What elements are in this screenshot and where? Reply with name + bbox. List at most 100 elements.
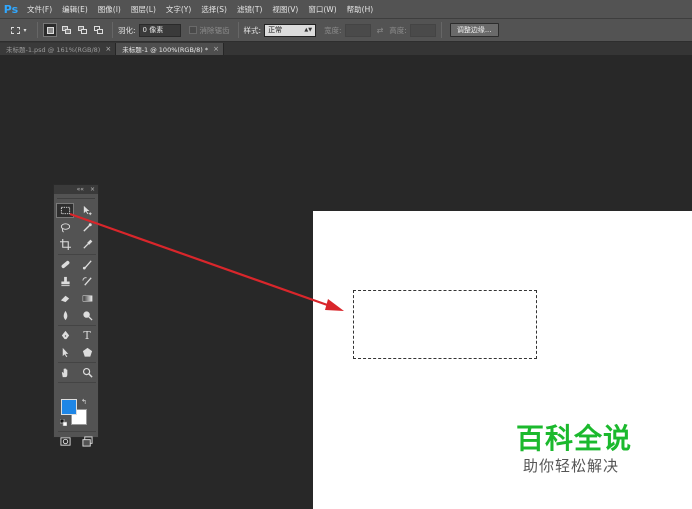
document-tab[interactable]: 未标题-1.psd @ 161%(RGB/8) × xyxy=(0,43,117,55)
menu-filter[interactable]: 滤镜(T) xyxy=(232,4,267,15)
divider xyxy=(37,22,38,38)
collapse-icon[interactable]: «« xyxy=(77,186,84,193)
brush-tool[interactable] xyxy=(78,257,96,272)
zoom-tool[interactable] xyxy=(78,365,96,380)
divider xyxy=(58,362,96,363)
menu-bar: Ps 文件(F) 编辑(E) 图像(I) 图层(L) 文字(Y) 选择(S) 滤… xyxy=(0,0,692,18)
marquee-selection[interactable] xyxy=(353,290,537,359)
document-canvas[interactable] xyxy=(313,211,692,509)
menu-edit[interactable]: 编辑(E) xyxy=(57,4,93,15)
crop-icon xyxy=(59,239,71,250)
document-tab-bar: 未标题-1.psd @ 161%(RGB/8) × 未标题-1 @ 100%(R… xyxy=(0,42,692,55)
feather-label: 羽化: xyxy=(118,25,136,35)
quick-select-tool[interactable] xyxy=(78,220,96,235)
menu-image[interactable]: 图像(I) xyxy=(93,4,126,15)
dodge-icon xyxy=(82,311,93,321)
clone-stamp-tool[interactable] xyxy=(56,274,74,289)
foreground-color-swatch[interactable] xyxy=(61,399,77,415)
blur-icon xyxy=(63,310,67,321)
close-icon[interactable]: × xyxy=(105,45,111,53)
eraser-icon xyxy=(60,295,69,303)
new-selection-button[interactable] xyxy=(43,23,57,37)
quick-select-icon xyxy=(82,223,92,232)
close-icon[interactable]: × xyxy=(213,45,219,53)
width-input[interactable] xyxy=(344,23,371,37)
swap-dimensions-icon[interactable]: ⇄ xyxy=(377,26,384,35)
chevron-down-icon: ▲▼ xyxy=(304,27,313,33)
move-icon xyxy=(83,205,92,216)
divider xyxy=(58,325,96,326)
history-brush-tool[interactable] xyxy=(78,274,96,289)
lasso-icon xyxy=(60,223,70,233)
eyedropper-icon xyxy=(82,239,92,249)
zoom-icon xyxy=(82,367,93,378)
spot-healing-icon xyxy=(61,260,69,269)
menu-view[interactable]: 视图(V) xyxy=(267,4,303,15)
dodge-tool[interactable] xyxy=(78,308,96,323)
rect-marquee-icon xyxy=(11,26,21,34)
document-tab-active[interactable]: 未标题-1 @ 100%(RGB/8) * × xyxy=(116,43,224,55)
rect-marquee-tool[interactable] xyxy=(56,203,74,218)
crop-tool[interactable] xyxy=(56,237,74,252)
lasso-tool[interactable] xyxy=(56,220,74,235)
divider xyxy=(440,22,442,38)
divider xyxy=(58,431,96,432)
menu-select[interactable]: 选择(S) xyxy=(196,4,232,15)
close-icon[interactable]: × xyxy=(90,186,95,193)
style-select[interactable]: 正常 ▲▼ xyxy=(264,23,317,37)
style-label: 样式: xyxy=(243,25,262,35)
add-to-selection-button[interactable] xyxy=(59,23,73,37)
intersect-selection-icon xyxy=(93,26,103,34)
height-input[interactable] xyxy=(409,23,436,37)
blur-tool[interactable] xyxy=(56,308,74,323)
type-tool[interactable]: T xyxy=(78,328,96,343)
quick-mask-icon xyxy=(59,437,71,446)
tab-label: 未标题-1.psd @ 161%(RGB/8) xyxy=(6,46,101,54)
menu-help[interactable]: 帮助(H) xyxy=(342,4,379,15)
menu-window[interactable]: 窗口(W) xyxy=(303,4,341,15)
menu-layer[interactable]: 图层(L) xyxy=(126,4,161,15)
watermark-subtitle: 助你轻松解决 xyxy=(523,457,620,475)
refine-edge-button[interactable]: 调整边缘... xyxy=(449,23,499,37)
hand-tool[interactable] xyxy=(56,365,74,380)
quick-mask-button[interactable] xyxy=(56,434,74,449)
path-selection-tool[interactable] xyxy=(56,345,74,360)
path-selection-icon xyxy=(62,347,68,358)
subtract-from-selection-button[interactable] xyxy=(75,23,89,37)
default-colors-icon[interactable] xyxy=(60,419,67,426)
swap-colors-icon[interactable]: ↰ xyxy=(81,398,87,406)
gradient-icon xyxy=(82,295,92,302)
antialias-checkbox[interactable] xyxy=(188,26,197,34)
tab-label: 未标题-1 @ 100%(RGB/8) * xyxy=(122,46,209,54)
brush-icon xyxy=(82,260,92,270)
watermark-title: 百科全说 xyxy=(516,422,633,455)
chevron-down-icon: ▾ xyxy=(23,26,27,34)
pen-icon xyxy=(61,330,69,340)
width-label: 宽度: xyxy=(324,25,342,35)
tools-panel: «« × T ↰ xyxy=(53,184,99,447)
divider xyxy=(112,22,113,38)
style-select-value: 正常 xyxy=(268,26,283,34)
eraser-tool[interactable] xyxy=(56,291,74,306)
type-icon: T xyxy=(83,329,91,342)
spot-healing-tool[interactable] xyxy=(56,257,74,272)
pen-tool[interactable] xyxy=(56,328,74,343)
divider xyxy=(237,22,239,38)
photoshop-window: Ps 文件(F) 编辑(E) 图像(I) 图层(L) 文字(Y) 选择(S) 滤… xyxy=(0,0,692,509)
antialias-label: 消除锯齿 xyxy=(199,25,230,35)
panel-grip[interactable] xyxy=(57,194,95,199)
divider xyxy=(58,254,96,255)
feather-input[interactable]: 0 像素 xyxy=(138,23,181,37)
menu-file[interactable]: 文件(F) xyxy=(22,4,57,15)
tool-preset-picker[interactable]: ▾ xyxy=(6,22,32,38)
eyedropper-tool[interactable] xyxy=(78,237,96,252)
gradient-tool[interactable] xyxy=(78,291,96,306)
shape-tool[interactable] xyxy=(78,345,96,360)
move-tool[interactable] xyxy=(78,203,96,218)
screen-mode-icon xyxy=(81,436,93,447)
menu-type[interactable]: 文字(Y) xyxy=(161,4,196,15)
options-bar: ▾ 羽化: 0 像素 消除锯齿 样式: 正常 ▲▼ 宽度: ⇄ 高度: 调整边缘… xyxy=(0,18,692,42)
ps-logo[interactable]: Ps xyxy=(0,0,22,18)
intersect-selection-button[interactable] xyxy=(91,23,105,37)
screen-mode-button[interactable] xyxy=(78,434,96,449)
